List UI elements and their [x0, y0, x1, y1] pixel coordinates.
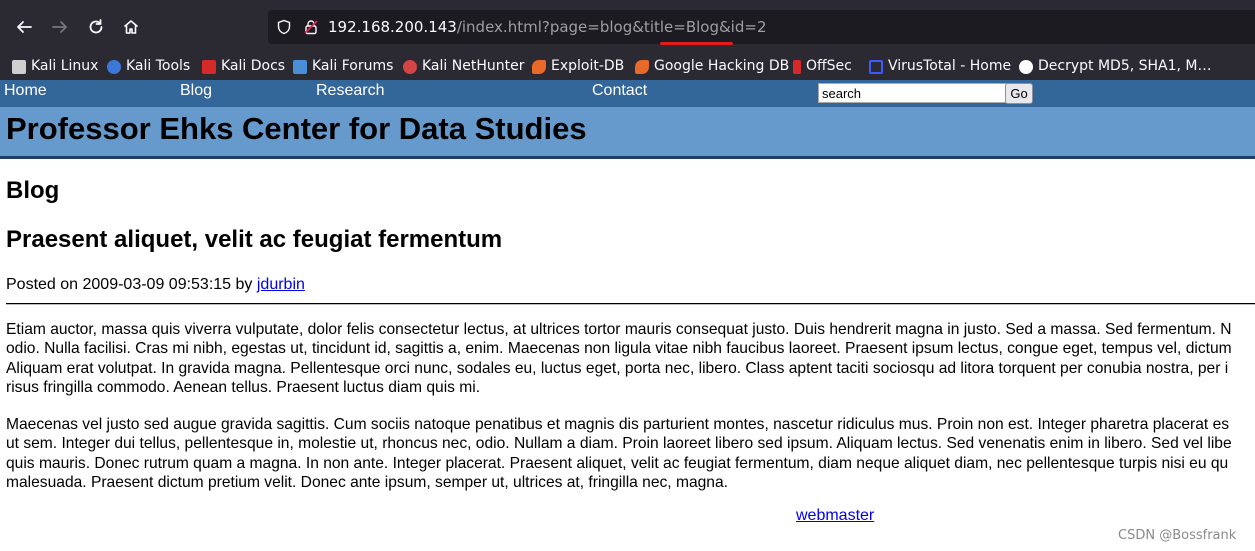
divider: [6, 303, 1255, 305]
bookmark-offsec[interactable]: OffSec: [793, 53, 852, 80]
decrypt-icon: [1019, 59, 1033, 74]
home-icon: [123, 20, 139, 34]
post-title: Praesent aliquet, velit ac feugiat ferme…: [6, 226, 503, 253]
address-bar[interactable]: 192.168.200.143/index.html?page=blog&tit…: [268, 10, 1255, 44]
bookmark-label: Decrypt MD5, SHA1, M…: [1038, 58, 1212, 74]
kali-docs-icon: [202, 59, 216, 74]
bookmark-kali-tools[interactable]: Kali Tools: [107, 53, 190, 80]
reload-icon: [89, 19, 103, 34]
bookmark-google-hacking-db[interactable]: Google Hacking DB: [635, 53, 789, 80]
url-text[interactable]: 192.168.200.143/index.html?page=blog&tit…: [328, 10, 766, 44]
nav-home[interactable]: Home: [4, 82, 47, 100]
ghdb-icon: [635, 59, 649, 74]
url-host: 192.168.200.143: [328, 18, 457, 36]
search-input[interactable]: [818, 83, 1009, 103]
bookmark-label: Kali Linux: [31, 58, 99, 74]
post-paragraph-2: Maecenas vel justo sed augue gravida sag…: [6, 415, 1255, 492]
nethunter-icon: [403, 59, 417, 74]
back-arrow-icon: [17, 21, 32, 33]
paragraph-line: odio. Nulla facilisi. Cras mi nibh, eges…: [6, 340, 1232, 358]
post-meta: Posted on 2009-03-09 09:53:15 by jdurbin: [6, 276, 305, 294]
reload-button[interactable]: [82, 13, 110, 41]
bookmark-label: Google Hacking DB: [654, 58, 790, 74]
offsec-icon: [793, 59, 801, 74]
site-nav-bar: Home Blog Research Contact Go: [0, 80, 1255, 107]
bookmarks-bar: Kali Linux Kali Tools Kali Docs Kali For…: [0, 53, 1255, 81]
webmaster-link[interactable]: webmaster: [796, 507, 874, 525]
kali-dragon-icon: [12, 59, 26, 74]
nav-contact[interactable]: Contact: [592, 82, 647, 100]
bookmark-exploit-db[interactable]: Exploit-DB: [532, 53, 624, 80]
paragraph-line: Aliquam erat volutpat. In gravida magna.…: [6, 359, 1229, 377]
annotation-underline: [660, 42, 733, 45]
virustotal-icon: [869, 59, 883, 74]
paragraph-line: ut sem. Integer dui tellus, pellentesque…: [6, 435, 1232, 453]
bookmark-decrypt-md5[interactable]: Decrypt MD5, SHA1, M…: [1019, 53, 1212, 80]
forward-button[interactable]: [46, 13, 74, 41]
bookmark-label: Exploit-DB: [551, 58, 625, 74]
bookmark-kali-linux[interactable]: Kali Linux: [12, 53, 98, 80]
home-button[interactable]: [117, 13, 145, 41]
shield-icon[interactable]: [276, 19, 292, 35]
site-banner: Professor Ehks Center for Data Studies: [0, 107, 1255, 159]
go-button[interactable]: Go: [1005, 83, 1033, 104]
paragraph-line: Maecenas vel justo sed augue gravida sag…: [6, 416, 1230, 433]
kali-forums-icon: [293, 59, 307, 74]
bookmark-label: Kali Docs: [221, 58, 286, 74]
bookmark-label: OffSec: [806, 58, 852, 74]
forward-arrow-icon: [52, 21, 67, 33]
page-heading: Blog: [6, 177, 60, 204]
url-path: /index.html?page=blog&title=Blog&id=2: [456, 18, 767, 36]
nav-blog[interactable]: Blog: [180, 82, 212, 100]
exploit-db-icon: [532, 59, 546, 74]
bookmark-kali-docs[interactable]: Kali Docs: [202, 53, 285, 80]
site-title: Professor Ehks Center for Data Studies: [6, 111, 587, 146]
bookmark-kali-nethunter[interactable]: Kali NetHunter: [403, 53, 524, 80]
insecure-lock-icon[interactable]: [303, 19, 319, 35]
paragraph-line: malesuada. Praesent dictum pretium velit…: [6, 473, 728, 491]
post-paragraph-1: Etiam auctor, massa quis viverra vulputa…: [6, 320, 1255, 397]
paragraph-line: Etiam auctor, massa quis viverra vulputa…: [6, 321, 1232, 338]
paragraph-line: risus fringilla commodo. Aenean tellus. …: [6, 378, 481, 396]
nav-research[interactable]: Research: [316, 82, 384, 100]
back-button[interactable]: [10, 13, 38, 41]
kali-tools-icon: [107, 59, 121, 74]
bookmark-virustotal[interactable]: VirusTotal - Home: [869, 53, 1011, 80]
author-link[interactable]: jdurbin: [257, 276, 305, 293]
paragraph-line: quis mauris. Donec rutrum quam a magna. …: [6, 454, 1229, 472]
bookmark-label: Kali Forums: [312, 58, 394, 74]
bookmark-label: VirusTotal - Home: [888, 58, 1012, 74]
bookmark-label: Kali NetHunter: [422, 58, 525, 74]
posted-on-text: Posted on 2009-03-09 09:53:15 by: [6, 276, 253, 293]
bookmark-kali-forums[interactable]: Kali Forums: [293, 53, 393, 80]
browser-toolbar: 192.168.200.143/index.html?page=blog&tit…: [0, 0, 1255, 53]
bookmark-label: Kali Tools: [126, 58, 191, 74]
watermark: CSDN @Bossfrank: [1118, 528, 1237, 543]
